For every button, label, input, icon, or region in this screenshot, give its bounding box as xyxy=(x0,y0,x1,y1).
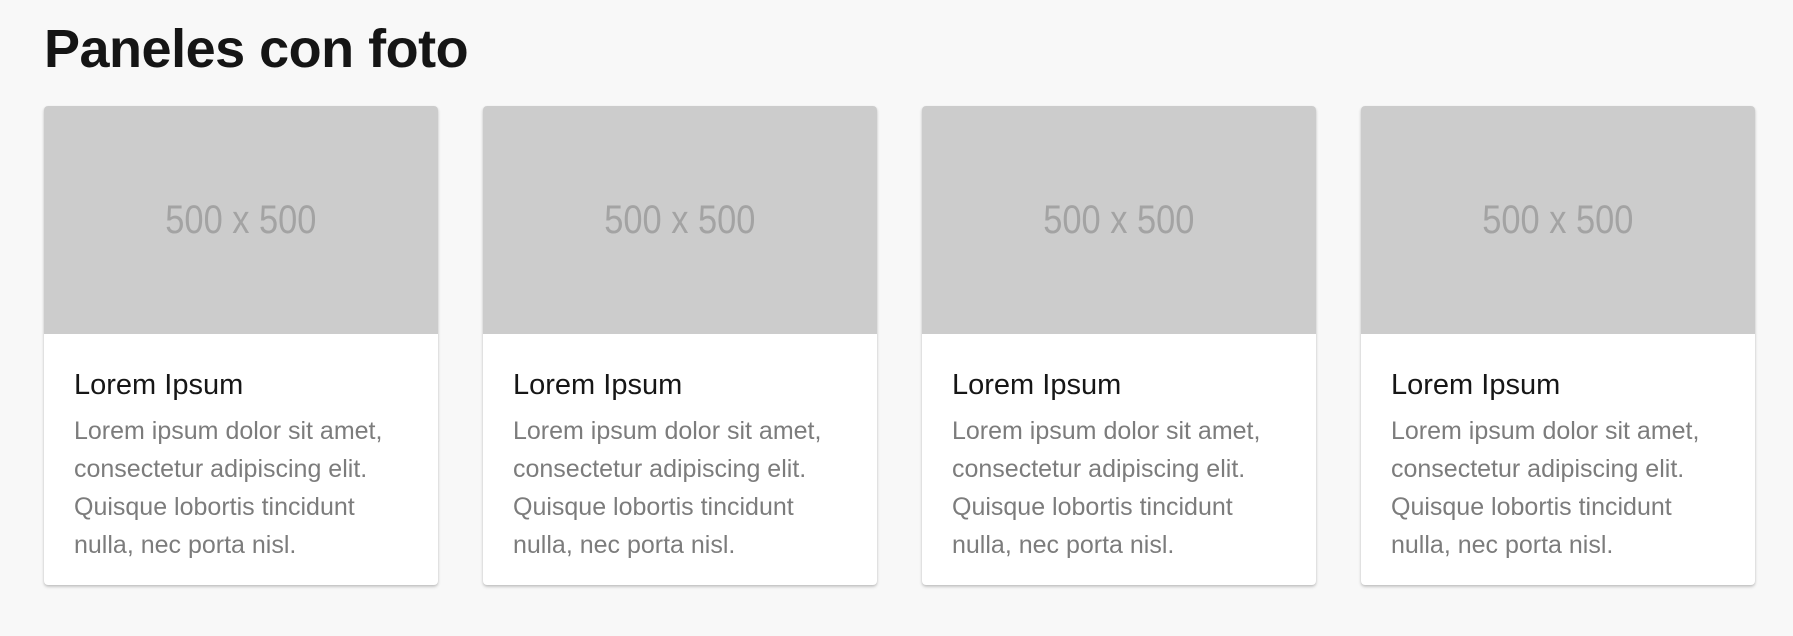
card-text: Lorem ipsum dolor sit amet, consectetur … xyxy=(1391,417,1700,559)
card-photo-placeholder: 500 x 500 xyxy=(483,106,877,334)
photo-card-2[interactable]: 500 x 500 Lorem Ipsum Lorem ipsum dolor … xyxy=(483,106,877,585)
photo-card-3[interactable]: 500 x 500 Lorem Ipsum Lorem ipsum dolor … xyxy=(922,106,1316,585)
card-title: Lorem Ipsum xyxy=(1391,369,1561,401)
card-photo-placeholder: 500 x 500 xyxy=(922,106,1316,334)
card-text: Lorem ipsum dolor sit amet, consectetur … xyxy=(513,417,822,559)
card-grid: 500 x 500 Lorem Ipsum Lorem ipsum dolor … xyxy=(44,106,1755,585)
photo-placeholder-label: 500 x 500 xyxy=(1482,197,1634,242)
card-body: Lorem Ipsum Lorem ipsum dolor sit amet, … xyxy=(1361,334,1755,564)
card-body: Lorem Ipsum Lorem ipsum dolor sit amet, … xyxy=(483,334,877,564)
card-text: Lorem ipsum dolor sit amet, consectetur … xyxy=(952,417,1261,559)
card-photo-placeholder: 500 x 500 xyxy=(1361,106,1755,334)
photo-card-4[interactable]: 500 x 500 Lorem Ipsum Lorem ipsum dolor … xyxy=(1361,106,1755,585)
card-text: Lorem ipsum dolor sit amet, consectetur … xyxy=(74,417,383,559)
photo-card-1[interactable]: 500 x 500 Lorem Ipsum Lorem ipsum dolor … xyxy=(44,106,438,585)
page-title: Paneles con foto xyxy=(44,19,469,79)
card-title: Lorem Ipsum xyxy=(513,369,683,401)
card-body: Lorem Ipsum Lorem ipsum dolor sit amet, … xyxy=(44,334,438,564)
photo-placeholder-label: 500 x 500 xyxy=(604,197,756,242)
photo-placeholder-label: 500 x 500 xyxy=(165,197,317,242)
card-body: Lorem Ipsum Lorem ipsum dolor sit amet, … xyxy=(922,334,1316,564)
photo-placeholder-label: 500 x 500 xyxy=(1043,197,1195,242)
card-title: Lorem Ipsum xyxy=(952,369,1122,401)
card-photo-placeholder: 500 x 500 xyxy=(44,106,438,334)
card-title: Lorem Ipsum xyxy=(74,369,244,401)
